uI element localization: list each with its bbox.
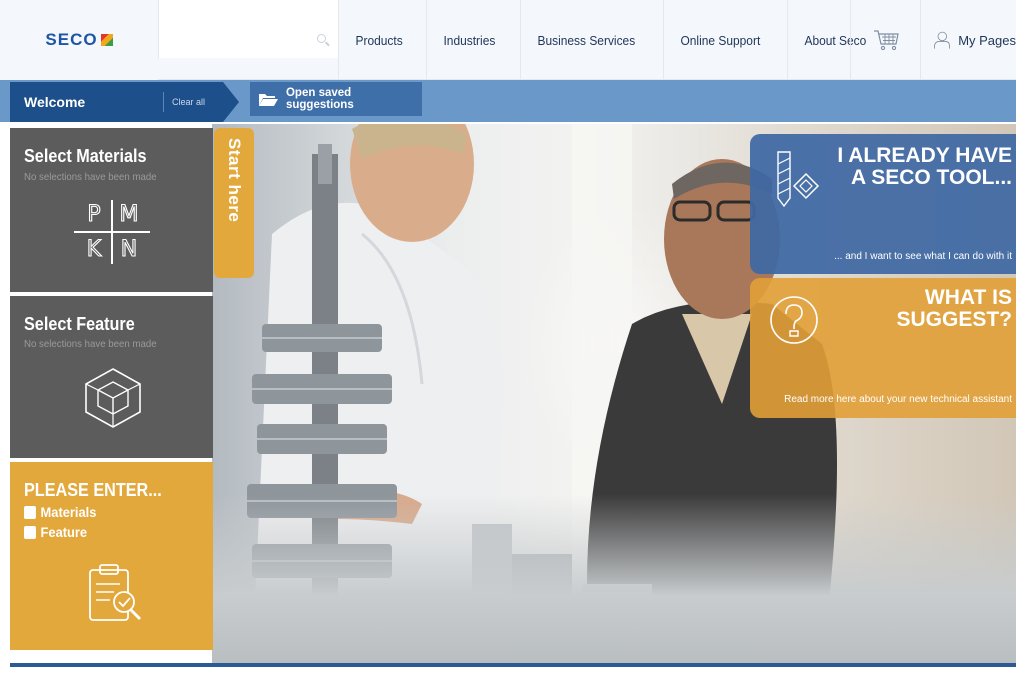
required-materials-label: Materials: [40, 504, 97, 520]
nav-business-services[interactable]: Business Services: [519, 0, 652, 80]
main-nav: Products Industries Business Services On…: [338, 0, 891, 80]
checkbox-icon: [24, 525, 36, 539]
question-icon: [770, 296, 818, 344]
clipboard-check-icon: [89, 564, 142, 621]
cart-button[interactable]: [850, 0, 920, 80]
my-pages-label: My Pages: [958, 32, 1016, 48]
required-feature-item: Feature: [24, 524, 87, 540]
suggest-tile-line2: SUGGEST?: [896, 308, 1012, 331]
material-letter-m: M: [119, 201, 139, 227]
select-materials-panel[interactable]: Select Materials No selections have been…: [10, 128, 213, 292]
tool-tile-footnote: ... and I want to see what I can do with…: [834, 251, 1012, 262]
top-header: SECO Products Industries Business Servic…: [0, 0, 1016, 80]
select-materials-title: Select Materials: [24, 146, 147, 166]
open-saved-label: Open saved suggestions: [285, 87, 354, 111]
tool-tile-line1: I ALREADY HAVE: [837, 144, 1012, 167]
please-enter-title: PLEASE ENTER...: [24, 480, 162, 500]
my-pages-button[interactable]: My Pages: [920, 0, 1016, 80]
material-letter-k: K: [86, 236, 102, 262]
welcome-tab: Welcome Clear all: [10, 82, 239, 122]
bottom-divider: [10, 663, 1016, 667]
search-icon[interactable]: [317, 34, 326, 43]
required-feature-label: Feature: [40, 524, 88, 540]
nav-online-support[interactable]: Online Support: [662, 0, 777, 80]
nav-industries[interactable]: Industries: [426, 0, 512, 80]
tool-tile-line2: A SECO TOOL...: [850, 166, 1012, 189]
start-here-tab[interactable]: Start here: [214, 128, 254, 278]
cube-feature-icon: [85, 368, 141, 428]
nav-label: Industries: [443, 32, 496, 48]
nav-products[interactable]: Products: [338, 0, 419, 80]
nav-label: Products: [355, 32, 403, 48]
nav-label: Business Services: [537, 32, 635, 48]
checkbox-icon: [24, 505, 36, 519]
logo-mark-icon: [100, 34, 113, 46]
hero-floor-fade: [212, 494, 1016, 664]
required-materials-item: Materials: [24, 504, 96, 520]
select-materials-subtitle: No selections have been made: [24, 171, 157, 183]
open-saved-suggestions-button[interactable]: Open saved suggestions: [250, 82, 422, 116]
cart-icon: [873, 30, 899, 51]
please-enter-panel: PLEASE ENTER... Materials Feature: [10, 462, 213, 650]
tool-insert-icon: [777, 151, 820, 208]
what-is-suggest-tile[interactable]: WHAT IS SUGGEST? Read more here about yo…: [750, 278, 1016, 418]
suggest-tile-line1: WHAT IS: [924, 286, 1012, 309]
clear-all-button[interactable]: Clear all: [163, 92, 205, 112]
already-have-tool-tile[interactable]: I ALREADY HAVE A SECO TOOL... ... and I …: [750, 134, 1016, 274]
welcome-label: Welcome: [24, 94, 86, 110]
logo-text: SECO: [45, 30, 98, 49]
pmkn-material-icon: P M K N: [74, 200, 150, 264]
material-letter-p: P: [87, 201, 101, 227]
seco-logo[interactable]: SECO: [0, 0, 158, 80]
material-letter-n: N: [120, 236, 138, 262]
folder-open-icon: [258, 93, 278, 106]
suggest-tile-footnote: Read more here about your new technical …: [784, 394, 1012, 405]
select-feature-title: Select Feature: [24, 314, 135, 334]
pmkn-divider-h: [74, 231, 150, 233]
user-icon: [934, 31, 950, 49]
select-feature-subtitle: No selections have been made: [24, 338, 157, 350]
nav-label: Online Support: [680, 32, 761, 48]
search-input[interactable]: [158, 0, 338, 58]
start-here-label: Start here: [225, 138, 244, 223]
select-feature-panel[interactable]: Select Feature No selections have been m…: [10, 296, 213, 458]
